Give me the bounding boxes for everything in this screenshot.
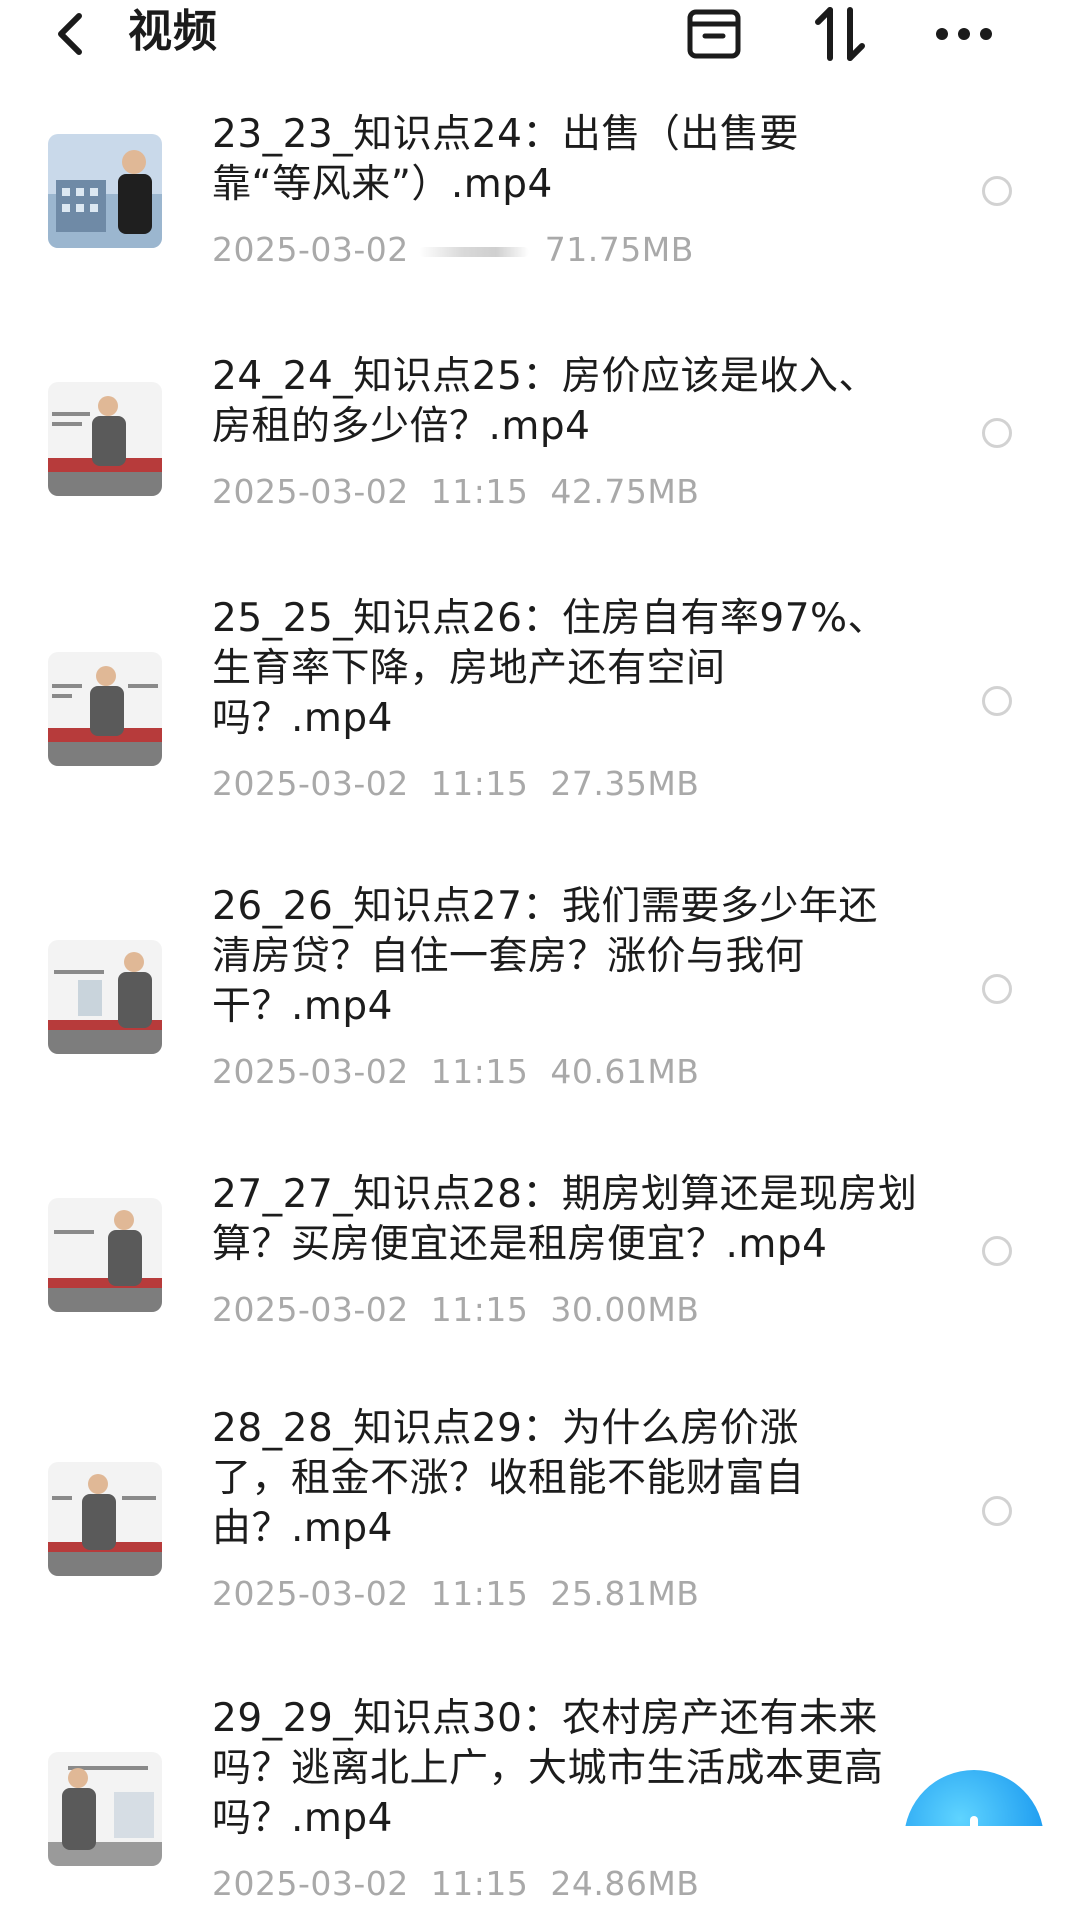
video-date: 2025-03-02 <box>212 472 409 511</box>
list-item[interactable]: 23_23_知识点24：出售（出售要靠“等风来”）.mp4 2025-03-02… <box>0 110 1080 280</box>
video-size: 25.81MB <box>550 1574 700 1613</box>
video-title: 27_27_知识点28：期房划算还是现房划算？买房便宜还是租房便宜？.mp4 <box>212 1172 918 1267</box>
video-thumbnail-icon <box>48 652 162 766</box>
video-thumbnail <box>48 940 162 1054</box>
video-thumbnail <box>48 134 162 248</box>
top-bar: 视频 <box>0 0 1080 76</box>
video-size: 40.61MB <box>550 1052 700 1091</box>
video-size: 71.75MB <box>544 230 694 269</box>
video-thumbnail-icon <box>48 134 162 248</box>
select-radio[interactable] <box>982 1496 1012 1526</box>
video-thumbnail <box>48 652 162 766</box>
video-time: 11:15 <box>430 1864 529 1903</box>
video-meta: 2025-03-02 11:15 40.61MB <box>212 1050 699 1094</box>
sort-button[interactable] <box>808 2 872 66</box>
list-item[interactable]: 25_25_知识点26：住房自有率97%、生育率下降，房地产还有空间吗？.mp4… <box>0 594 1080 814</box>
video-thumbnail-icon <box>48 1198 162 1312</box>
video-time: 11:15 <box>430 764 529 803</box>
list-item[interactable]: 26_26_知识点27：我们需要多少年还清房贷？自住一套房？涨价与我何干？.mp… <box>0 882 1080 1102</box>
video-thumbnail-icon <box>48 1462 162 1576</box>
video-date: 2025-03-02 <box>212 1290 409 1329</box>
fab-mask <box>880 1826 1080 1926</box>
video-meta: 2025-03-02 11:15 24.86MB <box>212 1862 699 1906</box>
video-thumbnail <box>48 1752 162 1866</box>
video-thumbnail <box>48 1198 162 1312</box>
video-title: 24_24_知识点25：房价应该是收入、房租的多少倍？.mp4 <box>212 354 878 449</box>
video-meta: 2025-03-02 71.75MB <box>212 228 694 272</box>
video-date: 2025-03-02 <box>212 1052 409 1091</box>
video-thumbnail <box>48 382 162 496</box>
video-time: 11:15 <box>430 472 529 511</box>
video-thumbnail <box>48 1462 162 1576</box>
select-radio[interactable] <box>982 686 1012 716</box>
video-thumbnail-icon <box>48 1752 162 1866</box>
video-meta: 2025-03-02 11:15 25.81MB <box>212 1572 699 1616</box>
video-date: 2025-03-02 <box>212 1574 409 1613</box>
archive-button[interactable] <box>682 2 746 66</box>
video-time: 11:15 <box>430 1290 529 1329</box>
video-title: 26_26_知识点27：我们需要多少年还清房贷？自住一套房？涨价与我何干？.mp… <box>212 884 878 1029</box>
list-item[interactable]: 28_28_知识点29：为什么房价涨了，租金不涨？收租能不能财富自由？.mp4 … <box>0 1404 1080 1624</box>
select-radio[interactable] <box>982 1236 1012 1266</box>
video-size: 24.86MB <box>550 1864 700 1903</box>
sort-arrows-icon <box>815 7 865 61</box>
select-radio[interactable] <box>982 974 1012 1004</box>
more-button[interactable] <box>932 2 996 66</box>
video-date: 2025-03-02 <box>212 1864 409 1903</box>
archive-box-icon <box>687 9 741 59</box>
video-thumbnail-icon <box>48 940 162 1054</box>
video-title: 23_23_知识点24：出售（出售要靠“等风来”）.mp4 <box>212 112 799 207</box>
video-title: 28_28_知识点29：为什么房价涨了，租金不涨？收租能不能财富自由？.mp4 <box>212 1406 805 1551</box>
select-radio[interactable] <box>982 176 1012 206</box>
redacted-time <box>418 246 529 257</box>
video-meta: 2025-03-02 11:15 27.35MB <box>212 762 699 806</box>
video-size: 42.75MB <box>550 472 700 511</box>
list-item[interactable]: 27_27_知识点28：期房划算还是现房划算？买房便宜还是租房便宜？.mp4 2… <box>0 1170 1080 1340</box>
video-title: 25_25_知识点26：住房自有率97%、生育率下降，房地产还有空间吗？.mp4 <box>212 596 888 741</box>
video-date: 2025-03-02 <box>212 230 409 269</box>
list-item[interactable]: 24_24_知识点25：房价应该是收入、房租的多少倍？.mp4 2025-03-… <box>0 352 1080 522</box>
page-title: 视频 <box>128 6 218 57</box>
video-title: 29_29_知识点30：农村房产还有未来吗？逃离北上广，大城市生活成本更高吗？.… <box>212 1696 884 1841</box>
video-size: 30.00MB <box>550 1290 700 1329</box>
video-size: 27.35MB <box>550 764 700 803</box>
select-radio[interactable] <box>982 418 1012 448</box>
video-time: 11:15 <box>430 1052 529 1091</box>
back-button[interactable] <box>48 6 92 62</box>
more-dots-icon <box>936 28 992 40</box>
video-meta: 2025-03-02 11:15 42.75MB <box>212 470 699 514</box>
video-time: 11:15 <box>430 1574 529 1613</box>
chevron-left-icon <box>58 13 82 55</box>
video-thumbnail-icon <box>48 382 162 496</box>
video-meta: 2025-03-02 11:15 30.00MB <box>212 1288 699 1332</box>
video-date: 2025-03-02 <box>212 764 409 803</box>
